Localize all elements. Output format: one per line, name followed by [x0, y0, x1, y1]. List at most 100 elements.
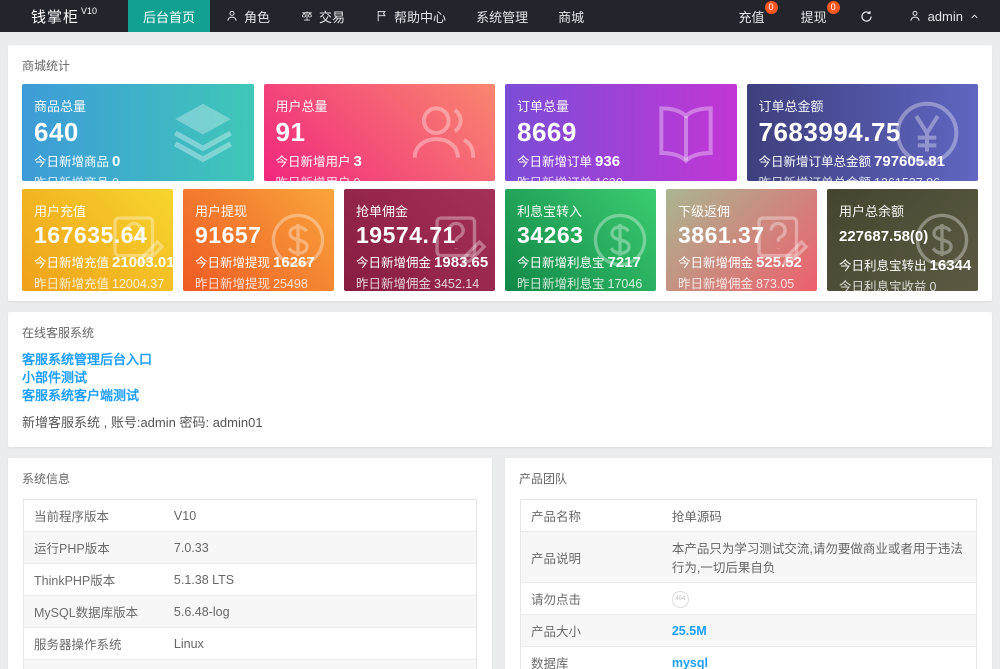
user-name: admin — [927, 8, 963, 24]
product-team-table: 产品名称 抢单源码 产品说明 本产品只为学习测试交流,请勿要做商业或者用于违法行为,一… — [520, 499, 977, 669]
question-edit-icon — [428, 209, 490, 271]
stat-line-value: 9 — [354, 176, 361, 182]
table-row: 当前程序版本 V10 — [23, 499, 477, 532]
menu-item-system[interactable]: 系统管理 — [461, 0, 543, 32]
menu-item-label: 帮助中心 — [394, 9, 447, 25]
stat-line-label: 今日新增充值 — [34, 255, 110, 270]
mall-stats-panel: 商城统计 商品总量640今日新增商品0昨日新增商品0用户总量91今日新增用户3昨… — [8, 45, 992, 301]
stat-line-label: 今日新增佣金 — [678, 255, 754, 270]
menu-item-label: 角色 — [244, 9, 271, 25]
service-account-note: 新增客服系统 , 账号:admin 密码: admin01 — [22, 415, 263, 430]
stat-line-label: 昨日新增利息宝 — [517, 276, 605, 291]
refresh-button[interactable] — [845, 0, 888, 32]
menu-item-roles[interactable]: 角色 — [210, 0, 285, 32]
stat-card-orders-total: 订单总量8669今日新增订单936昨日新增订单1639 — [505, 84, 737, 181]
refresh-icon — [859, 9, 874, 24]
online-service-title: 在线客服系统 — [22, 326, 95, 340]
withdraw-badge: 0 — [826, 1, 840, 14]
main-menu: 后台首页 角色 交易 帮助中心 系统管理 商城 — [128, 0, 599, 32]
page-content: 商城统计 商品总量640今日新增商品0昨日新增商品0用户总量91今日新增用户3昨… — [0, 32, 1000, 669]
stat-card-yesterday-line: 昨日新增商品0 — [34, 172, 242, 182]
info-value: 404 — [661, 582, 977, 615]
withdraw-button[interactable]: 提现 0 — [783, 0, 845, 32]
user-menu[interactable]: admin — [888, 0, 1000, 32]
stat-card-order-amount: 订单总金额7683994.75今日新增订单总金额797605.81昨日新增订单总… — [746, 84, 978, 182]
recharge-badge: 0 — [764, 1, 778, 14]
info-label: 产品名称 — [520, 499, 662, 532]
menu-item-help[interactable]: 帮助中心 — [360, 0, 461, 32]
menu-item-label: 商城 — [558, 9, 585, 25]
info-value: 7.0.33 — [163, 531, 477, 564]
value-link[interactable]: mysql — [672, 656, 708, 669]
system-info-panel: 系统信息 当前程序版本 V10 运行PHP版本 7.0.33 ThinkPHP版本 5.1… — [8, 458, 492, 669]
value-link[interactable]: 25.5M — [672, 624, 707, 638]
question-edit-icon — [106, 209, 168, 271]
table-row: 产品名称 抢单源码 — [520, 499, 977, 532]
stat-card-yesterday-line: 昨日新增提现 25498 — [195, 273, 322, 291]
menu-item-mall[interactable]: 商城 — [543, 0, 599, 32]
table-row: ThinkPHP版本 5.1.38 LTS — [23, 563, 477, 596]
table-row: MySQL数据库版本 5.6.48-log — [23, 595, 477, 628]
stat-line-value: 873.05 — [756, 276, 795, 291]
info-label: 产品说明 — [520, 531, 662, 583]
stat-line-value: 1639 — [595, 176, 623, 182]
stat-line-label: 今日新增佣金 — [356, 255, 432, 270]
stat-line-value: 17046 — [607, 276, 643, 291]
stat-card-user-recharge: 用户充值 167635.64 今日新增充值 21003.01 昨日新增充值 12004.3… — [22, 189, 173, 291]
system-info-title: 系统信息 — [22, 472, 71, 486]
app-logo[interactable]: 钱掌柜 V10 — [0, 0, 128, 32]
info-label: WEB运行环境 — [23, 659, 164, 669]
stat-card-yesterday-line: 昨日新增订单总金额1361527.86 — [759, 172, 967, 182]
stat-line-label: 昨日新增订单总金额 — [759, 176, 872, 182]
info-value: 5.6.48-log — [163, 595, 477, 628]
stat-card-yesterday-line: 昨日新增佣金 3452.14 — [356, 273, 483, 291]
info-label: 服务器操作系统 — [23, 627, 164, 660]
stats-row-2: 用户充值 167635.64 今日新增充值 21003.01 昨日新增充值 12004.3… — [8, 189, 992, 301]
stat-card-yesterday-line: 昨日新增充值 12004.37 — [34, 273, 164, 291]
menu-item-home[interactable]: 后台首页 — [128, 0, 211, 32]
info-value: fpm-fcgi — [163, 659, 477, 669]
stat-card-sub-rebate: 下级返佣 3861.37 今日新增佣金 525.52 昨日新增佣金 873.05 — [666, 189, 817, 291]
product-team-panel: 产品团队 产品名称 抢单源码 产品说明 本产品只为学习测试交流,请勿要做商业或者用于违… — [505, 458, 992, 669]
info-label: ThinkPHP版本 — [23, 563, 164, 596]
person-icon — [225, 9, 239, 23]
mall-stats-title: 商城统计 — [22, 59, 71, 73]
navbar-right: 充值 0 提现 0 admin — [721, 0, 1000, 32]
scale-icon — [300, 9, 314, 23]
badge-404[interactable]: 404 — [671, 591, 689, 608]
stat-line-label: 昨日新增佣金 — [356, 276, 432, 291]
table-row: 服务器操作系统 Linux — [23, 627, 477, 660]
info-label: 数据库 — [520, 646, 662, 669]
info-label: 产品大小 — [520, 614, 662, 647]
stat-line-label: 昨日新增佣金 — [678, 276, 754, 291]
service-link-widget-test[interactable]: 小部件测试 — [22, 369, 978, 387]
info-value: 25.5M — [661, 614, 977, 647]
info-value: 本产品只为学习测试交流,请勿要做商业或者用于违法行为,一切后果自负 — [661, 531, 977, 583]
info-value: Linux — [163, 627, 477, 660]
stat-line-label: 今日新增提现 — [195, 255, 271, 270]
service-link-service-admin-entry[interactable]: 客服系统管理后台入口 — [22, 351, 978, 369]
stat-card-yesterday-line: 昨日新增佣金 873.05 — [678, 273, 805, 291]
stat-card-yesterday-line: 昨日新增订单1639 — [517, 172, 725, 182]
stat-line-value: 25498 — [273, 276, 308, 291]
stat-line-value: 0 — [112, 152, 121, 170]
stat-card-users-total: 用户总量91今日新增用户3昨日新增用户9 — [263, 84, 495, 182]
menu-item-label: 系统管理 — [476, 9, 529, 25]
stat-line-label: 今日新增用户 — [275, 154, 351, 169]
stats-row-1: 商品总量640今日新增商品0昨日新增商品0用户总量91今日新增用户3昨日新增用户… — [8, 84, 992, 181]
info-value: 抢单源码 — [661, 499, 977, 532]
stat-line-value: 1361527.86 — [874, 176, 940, 182]
info-label: 运行PHP版本 — [23, 531, 164, 564]
stat-card-yesterday-line: 今日利息宝收益 0 — [839, 276, 966, 292]
stat-line-value: 936 — [595, 152, 621, 170]
info-value: 5.1.38 LTS — [163, 563, 477, 596]
info-label: 请勿点击 — [520, 582, 662, 615]
flag-icon — [375, 9, 389, 23]
service-link-service-client-test[interactable]: 客服系统客户端测试 — [22, 387, 978, 405]
menu-item-trade[interactable]: 交易 — [285, 0, 360, 32]
online-service-panel: 在线客服系统 客服系统管理后台入口 小部件测试 客服系统客户端测试 新增客服系统 ,… — [8, 312, 992, 447]
table-row: 请勿点击 404 — [520, 582, 977, 615]
recharge-button[interactable]: 充值 0 — [721, 0, 783, 32]
user-icon — [908, 9, 922, 23]
system-info-table: 当前程序版本 V10 运行PHP版本 7.0.33 ThinkPHP版本 5.1.38 L… — [23, 499, 477, 669]
